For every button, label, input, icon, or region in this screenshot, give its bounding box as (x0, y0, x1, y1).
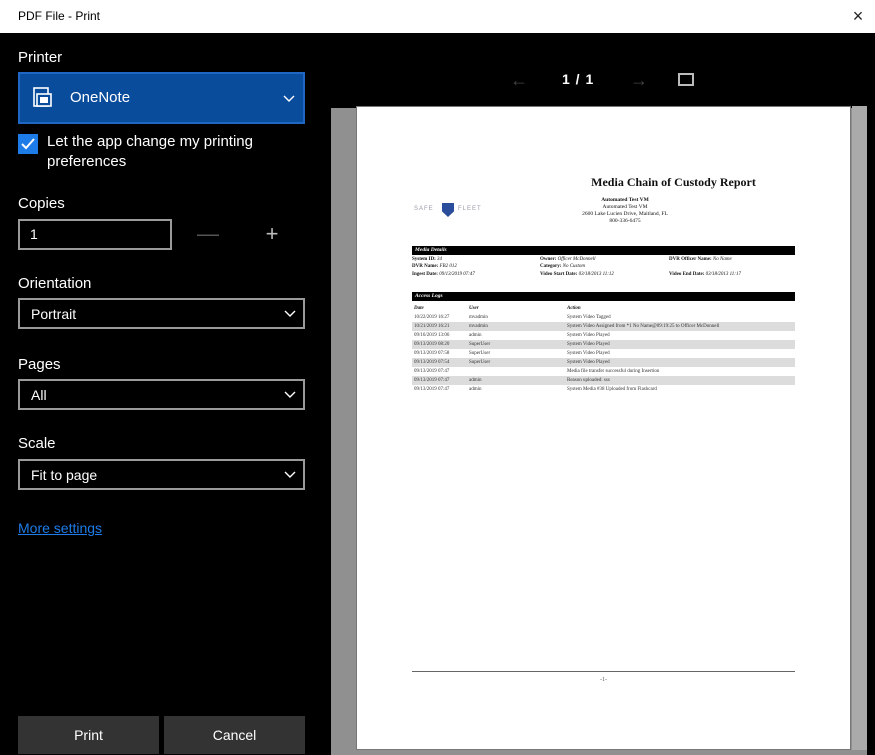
table-row: 10/22/2019 16:27 mvadmin System Video Tagg… (414, 315, 611, 320)
page-counter: 1 / 1 (562, 71, 595, 87)
table-row: 09/13/2019 07:47 admin Reason uploaded: ss… (412, 376, 795, 385)
chevron-down-icon (283, 95, 295, 102)
access-logs-header: Access Logs (412, 292, 795, 301)
table-row: 09/13/2019 07:58 SuperUser System Video Pl… (414, 351, 610, 356)
table-row: 10/21/2019 16:21 mvadmin System Video Assi… (412, 322, 795, 331)
system-id: System ID: 34 (412, 257, 442, 262)
org-name: Automated Test VM (601, 197, 649, 203)
dvr-name: DVR Name: FB2 012 (412, 264, 457, 269)
dvr-officer: DVR Officer Name: No Name (669, 257, 732, 262)
owner: Owner: Officer McDonnell (540, 257, 596, 262)
chevron-down-icon (284, 391, 296, 398)
org-address: 2600 Lake Lucien Drive, Maitland, FL (582, 211, 668, 217)
app-prefs-label: Let the app change my printing preferenc… (47, 133, 253, 170)
video-start-date: Video Start Date: 03/18/2013 11:12 (540, 272, 614, 277)
checkmark-icon (21, 138, 35, 150)
table-row: 09/13/2019 07:54 SuperUser System Video Pl… (412, 358, 795, 367)
window-title: PDF File - Print (18, 9, 101, 23)
media-details-header: Media Details (412, 246, 795, 255)
decrement-button[interactable]: — (188, 219, 228, 250)
more-settings-link[interactable]: More settings (18, 520, 102, 536)
orientation-label: Orientation (18, 275, 92, 292)
copies-input[interactable]: 1 (18, 219, 172, 250)
orientation-select[interactable]: Portrait (18, 298, 305, 329)
category: Category: No Custom (540, 264, 586, 269)
preview-page[interactable]: Media Chain of Custody Report SAFE FLEET… (356, 106, 851, 750)
cancel-button[interactable]: Cancel (164, 716, 305, 754)
column-header-user: User (469, 306, 479, 311)
pages-label: Pages (18, 356, 61, 373)
orientation-value: Portrait (31, 306, 77, 322)
logo-text-right: FLEET (458, 206, 482, 212)
next-page-icon[interactable]: → (630, 70, 648, 91)
preview-pane: ← 1 / 1 → Media Chain of Custody Report … (319, 33, 875, 755)
scale-value: Fit to page (31, 467, 98, 483)
title-bar: PDF File - Print × (0, 0, 875, 33)
report-title: Media Chain of Custody Report (591, 175, 756, 189)
org-phone: 800-336-6475 (609, 218, 641, 224)
preview-scroll-area[interactable] (852, 106, 867, 750)
printer-label: Printer (18, 49, 63, 66)
column-header-action: Action (567, 306, 581, 311)
printer-select[interactable]: OneNote (18, 72, 305, 124)
logo-text-left: SAFE (414, 206, 434, 212)
onenote-printer-icon (33, 87, 52, 107)
fit-page-icon[interactable] (678, 73, 694, 86)
chevron-down-icon (284, 310, 296, 317)
print-dialog: PDF File - Print × Printer OneNote Let t… (0, 0, 875, 755)
print-button[interactable]: Print (18, 716, 159, 754)
video-end-date: Video End Date: 03/18/2013 11:17 (669, 272, 741, 277)
table-row: 09/13/2019 07:47 Media file transfer succ… (414, 369, 660, 374)
table-row: 09/13/2019 08:20 SuperUser System Video Pl… (412, 340, 795, 349)
app-prefs-checkbox[interactable] (18, 134, 38, 154)
ingest-date: Ingest Date: 09/13/2019 07:47 (412, 272, 475, 277)
scale-label: Scale (18, 435, 56, 452)
org-sub: Automated Test VM (602, 204, 648, 210)
column-header-date: Date (414, 306, 424, 311)
scale-select[interactable]: Fit to page (18, 459, 305, 490)
footer-divider (412, 671, 795, 672)
chevron-down-icon (284, 471, 296, 478)
pages-select[interactable]: All (18, 379, 305, 410)
table-row: 09/16/2019 13:06 admin System Video Played (414, 333, 610, 338)
close-icon[interactable]: × (847, 5, 869, 27)
copies-label: Copies (18, 195, 65, 212)
settings-pane: Printer OneNote Let the app change my pr… (0, 33, 319, 755)
increment-button[interactable]: + (252, 219, 292, 250)
previous-page-icon[interactable]: ← (510, 70, 528, 91)
printer-name: OneNote (70, 89, 131, 106)
page-number: -1- (600, 677, 607, 683)
shield-icon (442, 203, 454, 217)
table-row: 09/13/2019 07:47 admin System Media #38 Up… (414, 387, 657, 392)
company-logo: SAFE FLEET (414, 203, 484, 217)
pages-value: All (31, 387, 47, 403)
